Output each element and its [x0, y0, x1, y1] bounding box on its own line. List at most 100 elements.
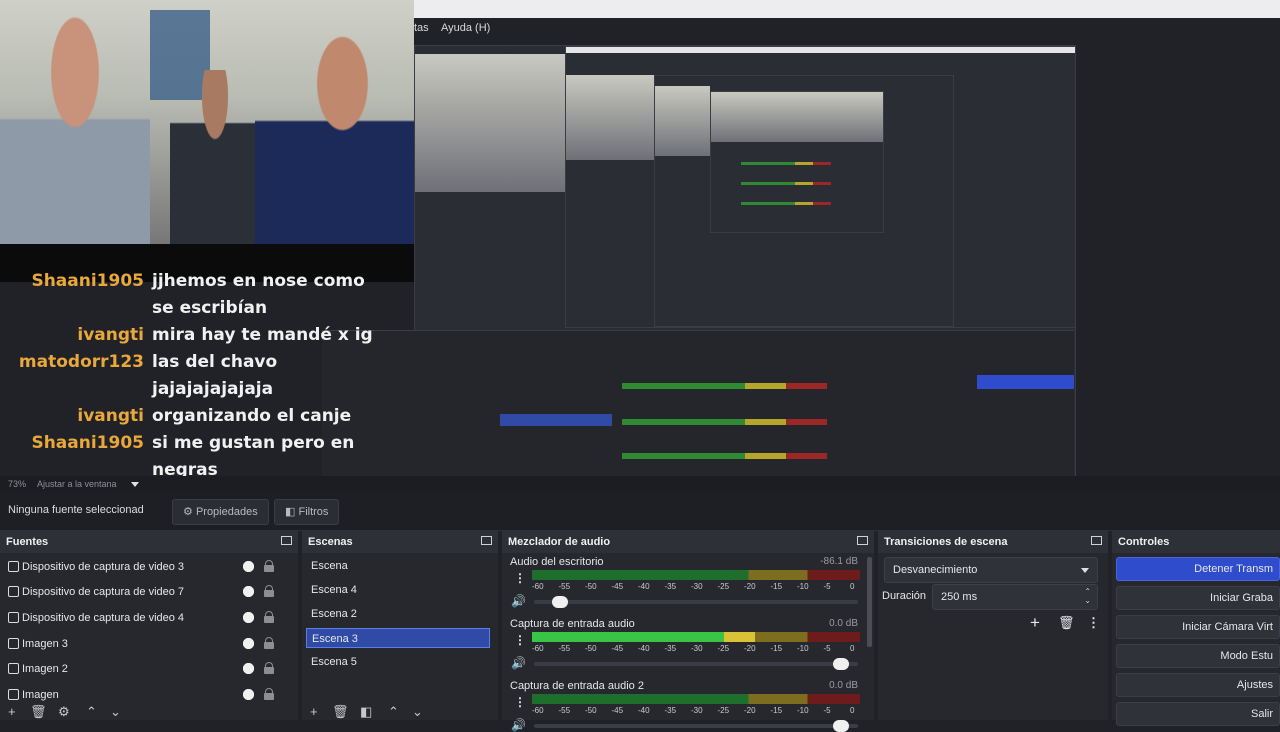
level-meter	[532, 570, 860, 580]
tick-label: -60	[532, 644, 544, 653]
channel-name: Captura de entrada audio 2	[510, 680, 644, 692]
transition-select[interactable]: Desvanecimiento	[884, 557, 1098, 583]
visibility-eye-icon[interactable]	[242, 662, 255, 675]
add-icon[interactable]: +	[1030, 613, 1040, 633]
scene-label: Escena	[311, 560, 348, 572]
tick-label: -35	[664, 582, 677, 591]
start-virtual-camera-button[interactable]: Iniciar Cámara Virt	[1116, 615, 1280, 639]
webcam-preview	[0, 0, 414, 244]
nested-preview-3	[654, 75, 954, 327]
meter-ticks: -60 -55 -50 -45 -40 -35 -30 -25 -20 -15 -10 -5 0	[532, 706, 860, 716]
transitions-dock-title: Transiciones de escena	[878, 531, 1108, 553]
filters-button[interactable]: ◧ Filtros	[274, 499, 340, 525]
trash-icon[interactable]: 🗑	[30, 704, 47, 720]
arrow-up-icon[interactable]: ⌃	[86, 704, 97, 720]
visibility-eye-icon[interactable]	[242, 611, 255, 624]
volume-slider[interactable]	[534, 720, 858, 732]
tick-label: -50	[585, 582, 597, 591]
spin-arrows-icon[interactable]: ⌃ ⌄	[1084, 587, 1091, 605]
scene-item[interactable]: Escena 5	[306, 652, 490, 672]
arrow-down-icon[interactable]: ⌄	[412, 704, 423, 720]
more-options-icon[interactable]: ⋮	[514, 571, 526, 585]
image-icon	[8, 663, 19, 674]
start-recording-button[interactable]: Iniciar Graba	[1116, 586, 1280, 610]
settings-button[interactable]: Ajustes	[1116, 673, 1280, 697]
add-icon[interactable]: +	[8, 704, 16, 719]
scene-item[interactable]: Escena 4	[306, 580, 490, 600]
trash-icon[interactable]: 🗑	[1058, 615, 1075, 631]
level-meter-fill	[532, 632, 756, 642]
volume-slider-handle[interactable]	[832, 720, 849, 732]
volume-slider-handle[interactable]	[832, 658, 849, 670]
source-item[interactable]: Dispositivo de captura de video 7	[0, 580, 298, 604]
zoom-fit-select[interactable]: Ajustar a la ventana	[37, 479, 117, 489]
undock-icon[interactable]	[481, 536, 492, 545]
speaker-icon[interactable]: 🔊	[511, 718, 526, 732]
studio-mode-button[interactable]: Modo Estu	[1116, 644, 1280, 668]
tick-label: -30	[691, 644, 703, 653]
tick-label: -25	[717, 582, 730, 591]
tick-label: -5	[823, 644, 831, 653]
scene-item[interactable]: Escena 2	[306, 604, 490, 624]
tick-label: -5	[823, 706, 831, 715]
channel-db-value: -86.1 dB	[820, 556, 858, 567]
source-item[interactable]: Imagen 2	[0, 657, 298, 681]
lock-icon[interactable]	[264, 560, 274, 572]
more-options-icon[interactable]: ⋮	[514, 633, 526, 647]
chevron-down-icon[interactable]	[131, 482, 139, 487]
lock-icon[interactable]	[264, 611, 274, 623]
lock-icon[interactable]	[264, 662, 274, 674]
volume-slider-handle[interactable]	[552, 596, 569, 608]
scene-item[interactable]: Escena	[306, 556, 490, 576]
arrow-down-icon[interactable]: ⌄	[110, 704, 121, 720]
gear-icon[interactable]: ⚙	[58, 704, 70, 720]
chat-message: se escribían	[0, 295, 414, 322]
undock-icon[interactable]	[1091, 536, 1102, 545]
visibility-eye-icon[interactable]	[242, 585, 255, 598]
menu-item-help[interactable]: Ayuda (H)	[441, 22, 490, 34]
controls-dock-title: Controles	[1112, 531, 1280, 553]
visibility-eye-icon[interactable]	[242, 560, 255, 573]
tick-label: -40	[638, 644, 650, 653]
more-options-icon[interactable]: ⋮	[514, 695, 526, 709]
arrow-up-icon[interactable]: ⌃	[388, 704, 399, 720]
tick-label: -25	[717, 644, 730, 653]
source-item[interactable]: Dispositivo de captura de video 4	[0, 606, 298, 630]
source-item[interactable]: Imagen 3	[0, 632, 298, 656]
tick-label: -15	[770, 706, 783, 715]
duration-input[interactable]: 250 ms ⌃ ⌄	[932, 584, 1098, 610]
chat-username: ivangti	[77, 325, 144, 345]
chat-text: se escribían	[152, 298, 268, 318]
tick-label: -55	[558, 582, 571, 591]
tick-label: -35	[664, 644, 677, 653]
menu-item-partial[interactable]: tas	[414, 22, 429, 34]
more-options-icon[interactable]: ⋮	[1087, 615, 1100, 631]
trash-icon[interactable]: 🗑	[332, 704, 349, 720]
stop-streaming-button[interactable]: Detener Transm	[1116, 557, 1280, 581]
scene-item-selected[interactable]: Escena 3	[306, 628, 490, 648]
lock-icon[interactable]	[264, 637, 274, 649]
preview-status-bar: 73% Ajustar a la ventana	[0, 476, 1280, 492]
lock-icon[interactable]	[264, 585, 274, 597]
exit-button[interactable]: Salir	[1116, 702, 1280, 726]
properties-button[interactable]: ⚙ Propiedades	[172, 499, 269, 525]
chat-text: si me gustan pero en	[152, 433, 355, 453]
filter-icon[interactable]: ◧	[360, 704, 372, 720]
undock-icon[interactable]	[857, 536, 868, 545]
visibility-eye-icon[interactable]	[242, 688, 255, 701]
speaker-icon[interactable]: 🔊	[511, 594, 526, 608]
lock-icon[interactable]	[264, 688, 274, 700]
source-item[interactable]: Dispositivo de captura de video 3	[0, 555, 298, 579]
chat-username: Shaani1905	[31, 271, 144, 291]
volume-slider[interactable]	[534, 596, 858, 608]
volume-slider[interactable]	[534, 658, 858, 670]
chat-text: jajajajajajaja	[152, 379, 274, 399]
mixer-scrollbar[interactable]	[867, 557, 872, 647]
undock-icon[interactable]	[281, 536, 292, 545]
chat-text: mira hay te mandé x ig	[152, 325, 373, 345]
speaker-icon[interactable]: 🔊	[511, 656, 526, 670]
visibility-eye-icon[interactable]	[242, 637, 255, 650]
scenes-dock: Escenas Escena Escena 4 Escena 2 Escena …	[302, 531, 498, 720]
add-icon[interactable]: +	[310, 704, 318, 719]
tick-label: -55	[558, 706, 571, 715]
